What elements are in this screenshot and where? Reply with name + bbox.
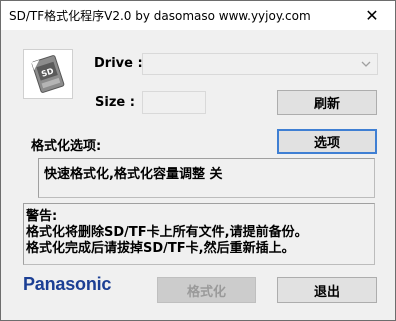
close-button[interactable]: ✕ [349, 1, 395, 30]
warning-box: 警告: 格式化将删除SD/TF卡上所有文件,请提前备份。 格式化完成后请拔掉SD… [23, 203, 375, 265]
exit-button-label: 退出 [313, 284, 340, 300]
brand-logo: Panasonic [23, 274, 112, 294]
drive-select[interactable] [142, 53, 378, 75]
title-bar[interactable]: SD/TF格式化程序V2.0 by dasomaso www.yyjoy.com… [1, 1, 395, 30]
format-button-label: 格式化 [186, 284, 226, 300]
format-button[interactable]: 格式化 [157, 277, 256, 303]
size-label: Size : [95, 95, 135, 110]
options-button[interactable]: 选项 [277, 129, 377, 154]
drive-label: Drive : [94, 56, 143, 71]
chevron-down-icon [361, 61, 371, 67]
sd-card-icon: SD [23, 49, 73, 99]
size-field [142, 91, 206, 114]
app-window: SD/TF格式化程序V2.0 by dasomaso www.yyjoy.com… [0, 0, 396, 321]
options-section-label: 格式化选项: [31, 139, 102, 154]
options-button-label: 选项 [313, 136, 340, 151]
refresh-button-label: 刷新 [313, 97, 340, 112]
sd-card-graphic: SD [31, 55, 65, 93]
options-summary-text: 快速格式化,格式化容量调整 关 [44, 167, 223, 182]
warning-line-2: 格式化完成后请拔掉SD/TF卡,然后重新插上。 [26, 241, 295, 256]
refresh-button[interactable]: 刷新 [277, 90, 377, 115]
window-title: SD/TF格式化程序V2.0 by dasomaso www.yyjoy.com [9, 9, 311, 23]
close-icon: ✕ [365, 6, 379, 25]
options-summary-box: 快速格式化,格式化容量调整 关 [38, 158, 375, 198]
exit-button[interactable]: 退出 [277, 277, 377, 303]
